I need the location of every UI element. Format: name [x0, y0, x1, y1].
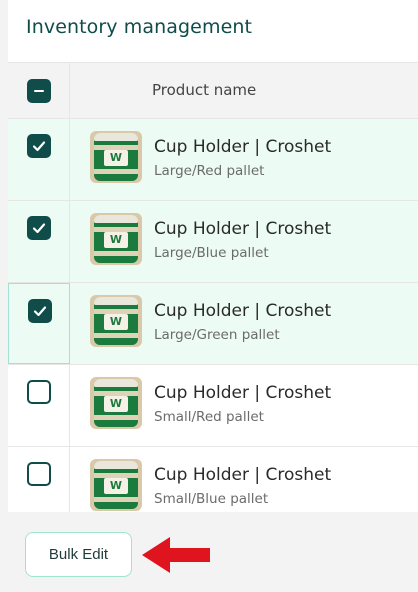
product-variant: Small/Blue pallet — [154, 491, 269, 507]
select-all-cell — [8, 63, 70, 118]
table-header: Product name — [8, 62, 418, 118]
bulk-edit-button[interactable]: Bulk Edit — [25, 532, 132, 577]
select-all-checkbox[interactable] — [27, 79, 51, 103]
check-icon — [32, 141, 46, 152]
check-icon — [33, 306, 47, 317]
row-checkbox[interactable] — [27, 216, 51, 240]
row-checkbox[interactable] — [27, 380, 51, 404]
product-thumbnail: W — [90, 131, 142, 183]
check-icon — [32, 223, 46, 234]
column-header-product-name[interactable]: Product name — [152, 81, 256, 99]
table-row[interactable]: W Cup Holder | Croshet Large/Green palle… — [8, 282, 418, 364]
row-checkbox[interactable] — [27, 462, 51, 486]
product-thumbnail: W — [90, 295, 142, 347]
arrow-left-icon — [142, 537, 210, 573]
product-variant: Large/Blue pallet — [154, 245, 269, 261]
table-row[interactable]: W Cup Holder | Croshet Large/Blue pallet — [8, 200, 418, 282]
inventory-card: Inventory management Product name W Cup … — [8, 0, 418, 512]
table-row[interactable]: W Cup Holder | Croshet Large/Red pallet — [8, 118, 418, 200]
product-name[interactable]: Cup Holder | Croshet — [154, 219, 331, 239]
product-thumbnail: W — [90, 377, 142, 429]
minus-icon — [34, 89, 44, 93]
product-name[interactable]: Cup Holder | Croshet — [154, 137, 331, 157]
row-checkbox[interactable] — [27, 134, 51, 158]
product-variant: Large/Red pallet — [154, 163, 265, 179]
product-name[interactable]: Cup Holder | Croshet — [154, 383, 331, 403]
product-thumbnail: W — [90, 459, 142, 511]
page-title: Inventory management — [26, 16, 253, 38]
product-name[interactable]: Cup Holder | Croshet — [154, 465, 331, 485]
table-row[interactable]: W Cup Holder | Croshet Small/Blue pallet — [8, 446, 418, 512]
product-variant: Large/Green pallet — [154, 327, 280, 343]
product-thumbnail: W — [90, 213, 142, 265]
product-table: Product name W Cup Holder | Croshet Larg… — [8, 62, 418, 512]
row-checkbox[interactable] — [28, 299, 52, 323]
product-name[interactable]: Cup Holder | Croshet — [154, 301, 331, 321]
product-variant: Small/Red pallet — [154, 409, 264, 425]
table-row[interactable]: W Cup Holder | Croshet Small/Red pallet — [8, 364, 418, 446]
